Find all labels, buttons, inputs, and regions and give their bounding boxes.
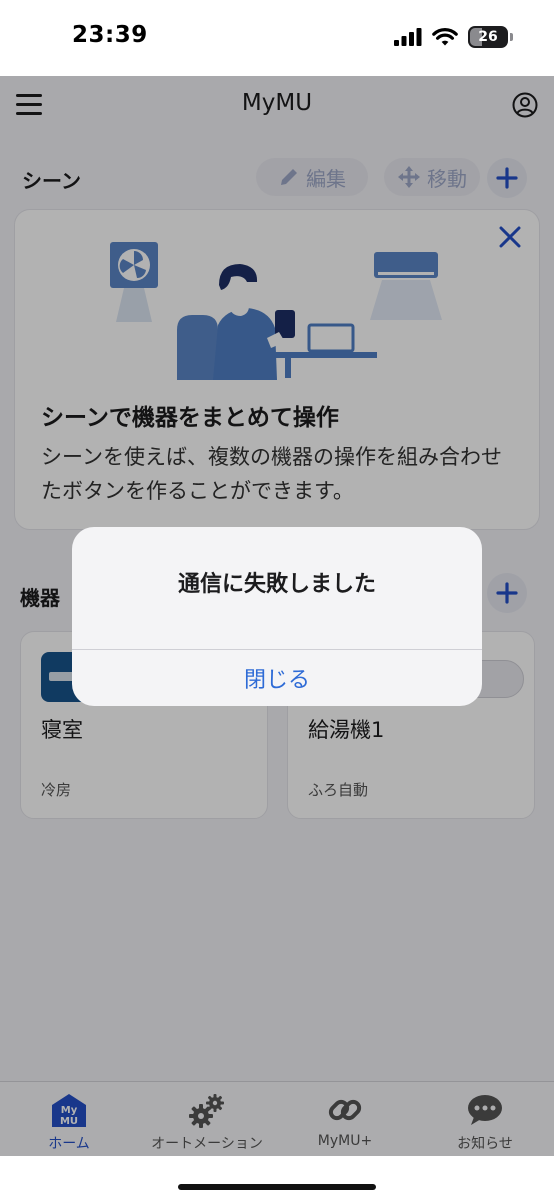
wifi-icon [432, 27, 458, 45]
home-indicator-area [0, 1156, 554, 1200]
status-icons: 26 [394, 26, 513, 48]
error-alert-dialog: 通信に失敗しました 閉じる [72, 527, 482, 706]
close-button[interactable]: 閉じる [72, 650, 482, 706]
battery-icon: 26 [468, 26, 513, 48]
status-time: 23:39 [72, 22, 148, 48]
battery-level: 26 [478, 29, 498, 45]
status-bar: 23:39 26 [0, 0, 554, 76]
cellular-signal-icon [394, 28, 422, 46]
alert-title: 通信に失敗しました [177, 572, 376, 597]
home-indicator[interactable] [178, 1184, 376, 1190]
